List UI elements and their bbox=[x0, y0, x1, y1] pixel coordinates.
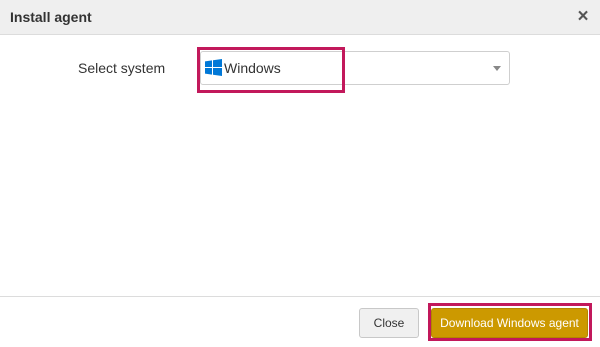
caret-down-icon[interactable] bbox=[493, 66, 501, 71]
windows-logo-icon bbox=[205, 59, 222, 76]
close-icon[interactable]: × bbox=[576, 7, 590, 26]
system-select[interactable]: Windows bbox=[200, 51, 510, 85]
dialog-header: Install agent × bbox=[0, 0, 600, 35]
dialog-title: Install agent bbox=[10, 9, 92, 25]
select-system-label: Select system bbox=[78, 60, 166, 76]
dialog-footer: Close Download Windows agent bbox=[0, 296, 600, 347]
install-agent-dialog: Install agent × Select system Windows Cl… bbox=[0, 0, 600, 347]
download-agent-button[interactable]: Download Windows agent bbox=[431, 308, 588, 338]
close-button[interactable]: Close bbox=[359, 308, 419, 338]
selected-system-value: Windows bbox=[224, 60, 281, 76]
